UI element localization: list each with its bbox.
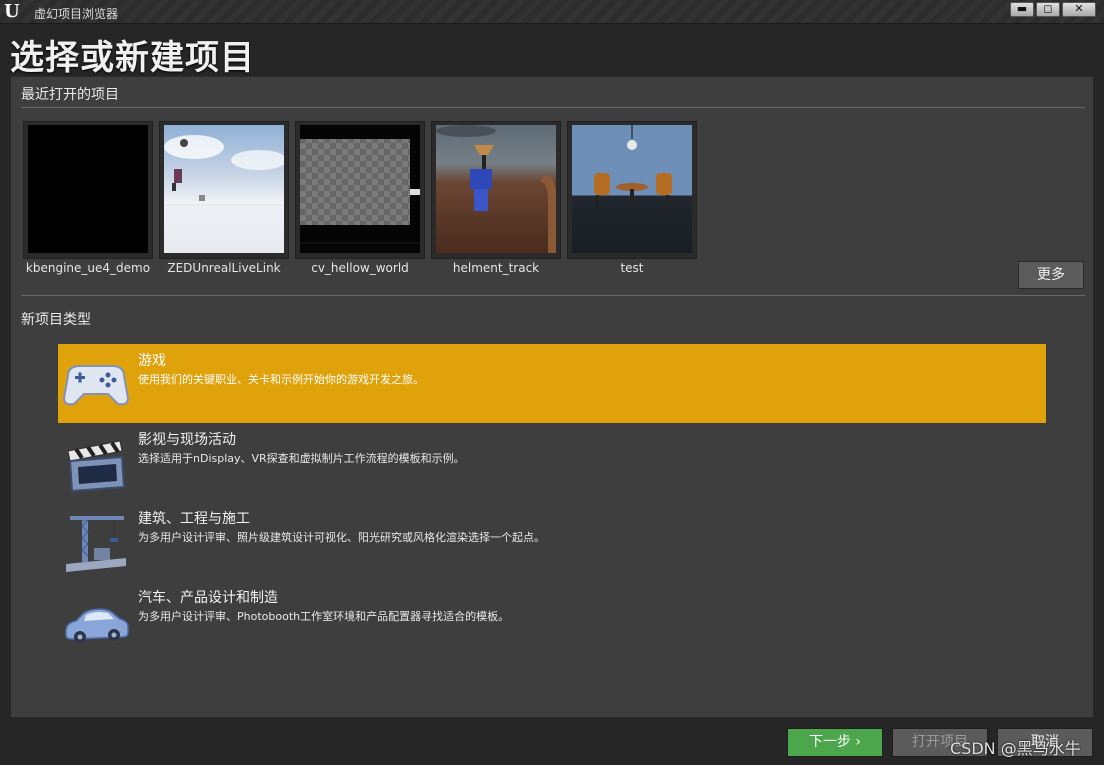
project-type-title: 建筑、工程与施工: [138, 511, 250, 527]
project-type-description: 为多用户设计评审、照片级建筑设计可视化、阳光研究或风格化渲染选择一个起点。: [138, 531, 545, 544]
project-type-automotive[interactable]: 汽车、产品设计和制造 为多用户设计评审、Photobooth工作室环境和产品配置…: [58, 581, 1046, 660]
project-thumbnail: [28, 125, 148, 253]
project-name: helment_track: [452, 261, 540, 275]
next-button[interactable]: 下一步 ›: [787, 728, 883, 757]
project-name: kbengine_ue4_demo: [25, 261, 151, 275]
project-thumbnail: [572, 125, 692, 253]
page-title: 选择或新建项目: [10, 38, 255, 78]
project-type-title: 游戏: [138, 353, 166, 369]
more-button[interactable]: 更多: [1018, 261, 1084, 289]
project-type-description: 为多用户设计评审、Photobooth工作室环境和产品配置器寻找适合的模板。: [138, 610, 510, 623]
recent-project-tile[interactable]: [159, 121, 289, 259]
watermark: CSDN @黑马水牛: [950, 739, 1081, 758]
recent-project-tile[interactable]: [295, 121, 425, 259]
recent-projects-label: 最近打开的项目: [21, 87, 119, 103]
recent-project-tile[interactable]: [23, 121, 153, 259]
divider: [21, 107, 1085, 108]
new-project-types-label: 新项目类型: [21, 312, 91, 328]
clapperboard-icon: [62, 433, 130, 493]
recent-project-tile[interactable]: [567, 121, 697, 259]
car-icon: [62, 591, 130, 651]
project-name: cv_hellow_world: [311, 261, 409, 275]
project-type-games[interactable]: 游戏 使用我们的关键职业、关卡和示例开始你的游戏开发之旅。: [58, 344, 1046, 423]
close-button[interactable]: ✕: [1062, 2, 1096, 17]
crane-icon: [62, 512, 130, 572]
project-thumbnail: [300, 125, 420, 253]
project-type-title: 影视与现场活动: [138, 432, 236, 448]
window-titlebar[interactable]: U 虚幻项目浏览器 ▬ ◻ ✕: [0, 0, 1104, 24]
gamepad-icon: [62, 354, 130, 414]
minimize-button[interactable]: ▬: [1010, 2, 1034, 17]
maximize-button[interactable]: ◻: [1036, 2, 1060, 17]
recent-project-tile[interactable]: [431, 121, 561, 259]
project-name: ZEDUnrealLiveLink: [167, 261, 281, 275]
project-thumbnail: [436, 125, 556, 253]
window-title: 虚幻项目浏览器: [34, 7, 119, 21]
project-thumbnail: [164, 125, 284, 253]
project-type-architecture[interactable]: 建筑、工程与施工 为多用户设计评审、照片级建筑设计可视化、阳光研究或风格化渲染选…: [58, 502, 1046, 581]
project-type-title: 汽车、产品设计和制造: [138, 590, 278, 606]
project-type-description: 使用我们的关键职业、关卡和示例开始你的游戏开发之旅。: [138, 373, 424, 386]
project-browser-panel: 最近打开的项目 kbengine_ue4_demo ZEDUnrealLiveL…: [10, 76, 1094, 718]
project-type-description: 选择适用于nDisplay、VR探查和虚拟制片工作流程的模板和示例。: [138, 452, 465, 465]
unreal-logo-icon: U: [4, 1, 20, 22]
project-type-film[interactable]: 影视与现场活动 选择适用于nDisplay、VR探查和虚拟制片工作流程的模板和示…: [58, 423, 1046, 502]
project-name: test: [620, 261, 644, 275]
divider: [21, 295, 1085, 296]
